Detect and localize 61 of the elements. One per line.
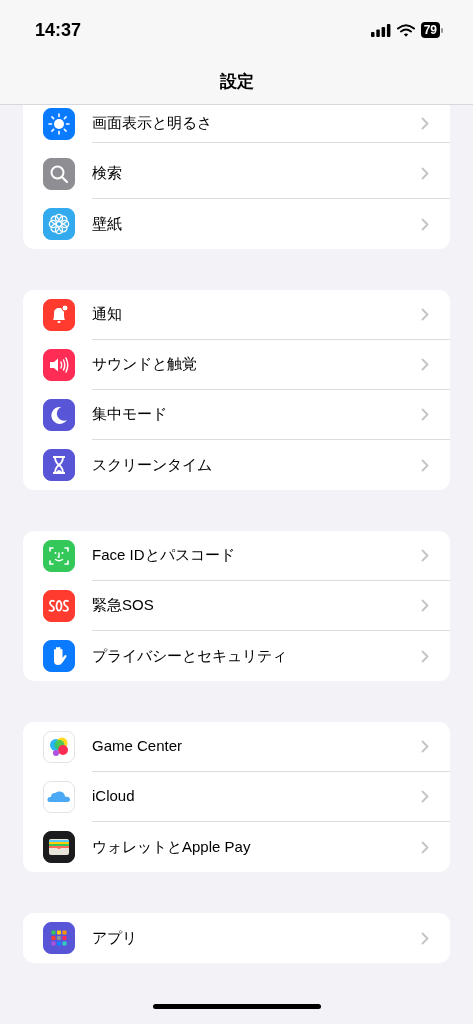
speaker-icon xyxy=(43,349,75,381)
row-label: サウンドと触覚 xyxy=(92,354,198,375)
chevron-icon xyxy=(421,931,429,945)
settings-row[interactable]: Face IDとパスコード xyxy=(43,531,450,581)
wallet-icon xyxy=(43,831,75,863)
chevron-icon xyxy=(421,649,429,663)
chevron-icon xyxy=(421,790,429,803)
settings-row[interactable]: 集中モード xyxy=(43,390,450,440)
chevron-icon xyxy=(421,358,429,371)
row-label: ウォレットとApple Pay xyxy=(92,836,252,857)
battery-level: 79 xyxy=(420,22,440,38)
settings-row[interactable]: 検索 xyxy=(43,149,450,199)
face-scan-icon xyxy=(43,540,75,572)
chevron-icon xyxy=(421,458,429,472)
chevron-icon xyxy=(421,740,429,753)
settings-row[interactable]: Game Center xyxy=(43,722,450,772)
bubbles-icon xyxy=(43,731,75,763)
settings-row[interactable]: サウンドと触覚 xyxy=(43,340,450,390)
sun-icon xyxy=(43,108,75,140)
signal-icon xyxy=(370,23,391,37)
chevron-icon xyxy=(421,308,429,321)
row-label: 集中モード xyxy=(92,404,168,425)
app-grid-icon xyxy=(43,922,75,954)
chevron-icon xyxy=(421,840,429,854)
settings-row[interactable]: 壁紙 xyxy=(43,199,450,249)
row-label: Face IDとパスコード xyxy=(92,545,236,566)
flower-icon xyxy=(43,208,75,240)
chevron-icon xyxy=(421,599,429,612)
row-label: 画面表示と明るさ xyxy=(92,113,213,134)
row-label: アプリ xyxy=(92,927,138,948)
chevron-icon xyxy=(421,549,429,562)
settings-row[interactable]: 画面表示と明るさ xyxy=(43,105,450,149)
hourglass-icon xyxy=(43,449,75,481)
moon-icon xyxy=(43,399,75,431)
row-label: 緊急SOS xyxy=(92,595,155,616)
row-label: スクリーンタイム xyxy=(92,454,213,475)
row-label: 検索 xyxy=(92,163,123,184)
hand-icon xyxy=(43,640,75,672)
settings-row[interactable]: 緊急SOS xyxy=(43,581,450,631)
wifi-icon xyxy=(396,23,415,37)
row-label: プライバシーとセキュリティ xyxy=(92,645,288,666)
settings-row[interactable]: プライバシーとセキュリティ xyxy=(43,631,450,681)
status-time: 14:37 xyxy=(35,18,82,42)
row-label: 壁紙 xyxy=(92,213,123,234)
settings-row[interactable]: iCloud xyxy=(43,772,450,822)
sos-icon xyxy=(43,590,75,622)
bell-icon xyxy=(43,299,75,331)
settings-row[interactable]: アプリ xyxy=(43,913,450,963)
settings-row[interactable]: ウォレットとApple Pay xyxy=(43,822,450,872)
page-title: 設定 xyxy=(219,71,254,94)
row-label: iCloud xyxy=(92,786,136,807)
cloud-icon xyxy=(43,781,75,813)
settings-row[interactable]: 通知 xyxy=(43,290,450,340)
row-label: Game Center xyxy=(92,736,184,757)
chevron-icon xyxy=(421,167,429,180)
row-label: 通知 xyxy=(92,304,123,325)
chevron-icon xyxy=(421,217,429,231)
search-icon xyxy=(43,158,75,190)
chevron-icon xyxy=(421,408,429,421)
chevron-icon xyxy=(421,117,429,130)
settings-row[interactable]: スクリーンタイム xyxy=(43,440,450,490)
